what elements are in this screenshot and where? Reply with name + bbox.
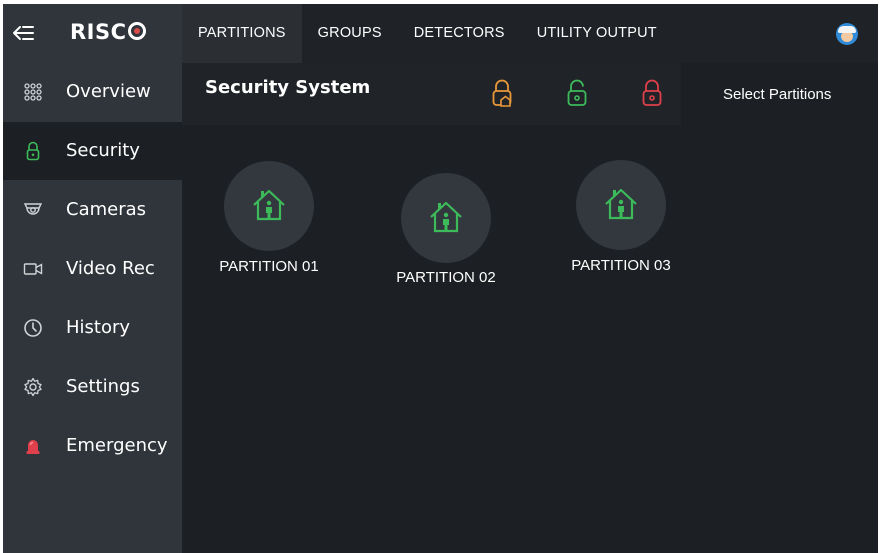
home-person-icon xyxy=(605,188,637,220)
top-bar: RISC PARTITIONS GROUPS DETECTORS UTILITY… xyxy=(3,4,878,63)
sidebar-item-emergency[interactable]: Emergency xyxy=(3,417,182,475)
sidebar-item-overview[interactable]: Overview xyxy=(3,63,182,121)
siren-icon xyxy=(26,440,40,454)
gear-icon xyxy=(24,377,42,397)
page-title: Security System xyxy=(205,77,371,98)
partition-label: PARTITION 02 xyxy=(396,269,496,286)
tab-partitions[interactable]: PARTITIONS xyxy=(182,4,302,63)
sidebar-item-cameras[interactable]: Cameras xyxy=(3,181,182,239)
select-partitions-button[interactable]: Select Partitions xyxy=(723,86,831,103)
arm-lock-icon[interactable] xyxy=(640,79,664,109)
partition-label: PARTITION 03 xyxy=(571,257,671,274)
sidebar-item-label: Emergency xyxy=(66,435,168,456)
partition-label: PARTITION 01 xyxy=(219,258,319,275)
risco-logo: RISC xyxy=(70,20,146,44)
brand-area: RISC xyxy=(3,4,182,63)
security-header: Security System xyxy=(182,63,681,125)
home-person-icon xyxy=(430,201,462,233)
tab-groups[interactable]: GROUPS xyxy=(302,4,398,63)
partition-icon-circle xyxy=(224,161,314,251)
sidebar-item-label: Cameras xyxy=(66,199,147,220)
sidebar-item-history[interactable]: History xyxy=(3,299,182,357)
camera-icon xyxy=(23,203,43,215)
sidebar-item-label: Security xyxy=(66,140,140,161)
tab-detectors[interactable]: DETECTORS xyxy=(398,4,521,63)
sidebar-item-label: Overview xyxy=(66,81,151,102)
sidebar-item-label: Video Rec xyxy=(66,258,155,279)
sidebar-item-video-rec[interactable]: Video Rec xyxy=(3,240,182,298)
sidebar: Overview Security Cameras Video Rec Hist… xyxy=(3,63,182,553)
history-icon xyxy=(24,319,42,337)
tab-utility-output[interactable]: UTILITY OUTPUT xyxy=(521,4,673,63)
sidebar-item-security[interactable]: Security xyxy=(3,122,182,180)
partition-icon-circle xyxy=(576,160,666,250)
back-arrow-icon[interactable] xyxy=(11,20,37,46)
partition-icon-circle xyxy=(401,173,491,263)
grid-dots-icon xyxy=(24,83,42,101)
sidebar-item-settings[interactable]: Settings xyxy=(3,358,182,416)
home-person-icon xyxy=(253,189,285,221)
sidebar-item-label: Settings xyxy=(66,376,140,397)
sidebar-item-label: History xyxy=(66,317,131,338)
app-window: RISC PARTITIONS GROUPS DETECTORS UTILITY… xyxy=(3,4,878,553)
tab-bar: PARTITIONS GROUPS DETECTORS UTILITY OUTP… xyxy=(182,4,673,63)
user-avatar[interactable] xyxy=(836,23,858,45)
video-icon xyxy=(23,263,43,275)
lock-icon xyxy=(26,141,40,161)
disarm-lock-icon[interactable] xyxy=(565,79,589,109)
partial-arm-lock-icon[interactable] xyxy=(490,79,514,109)
